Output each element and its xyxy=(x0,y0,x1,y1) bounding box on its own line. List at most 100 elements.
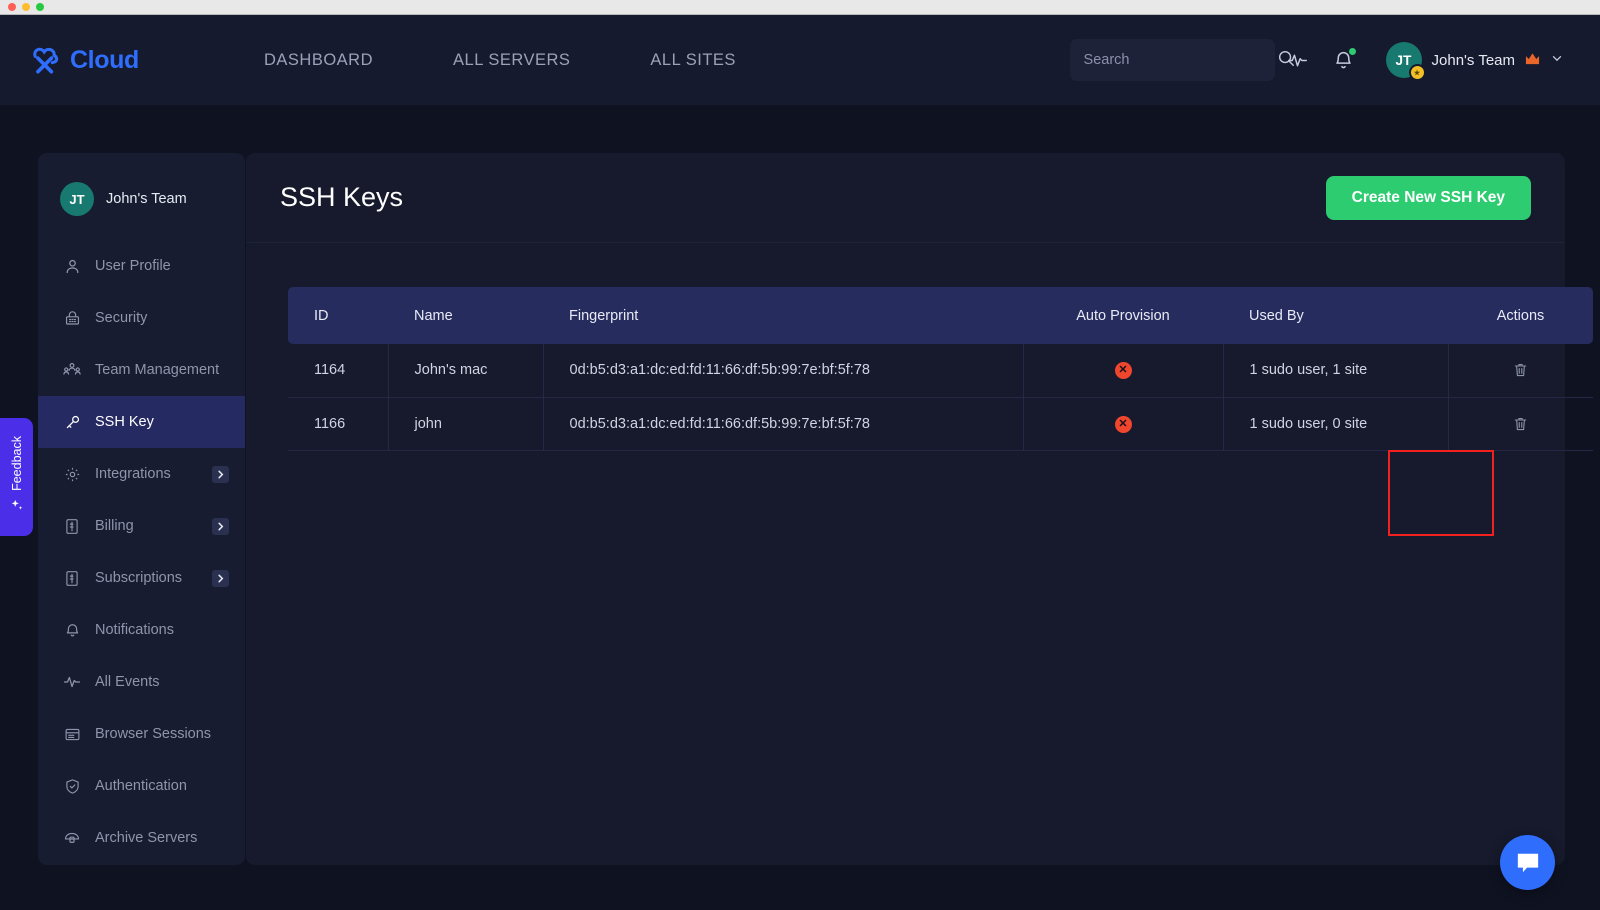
sidebar-item-label: User Profile xyxy=(95,258,171,274)
sidebar-item-security[interactable]: Security xyxy=(38,292,245,344)
chat-bubble-icon[interactable] xyxy=(1500,835,1555,890)
window-close-button[interactable] xyxy=(8,3,16,11)
logo-text: Cloud xyxy=(70,46,139,75)
cell-auto-provision: ✕ xyxy=(1023,397,1223,450)
sidebar-team-header[interactable]: JT John's Team xyxy=(38,158,245,240)
page-title: SSH Keys xyxy=(280,182,403,213)
sidebar-item-label: Integrations xyxy=(95,466,171,482)
sidebar-item-label: Authentication xyxy=(95,778,187,794)
billing-card-icon xyxy=(63,517,81,535)
sidebar-item-label: Archive Servers xyxy=(95,830,197,846)
cell-id: 1164 xyxy=(288,344,388,397)
sidebar-item-subscriptions[interactable]: Subscriptions xyxy=(38,552,245,604)
sidebar-item-notifications[interactable]: Notifications xyxy=(38,604,245,656)
team-group-icon xyxy=(63,361,81,379)
table-header-row: ID Name Fingerprint Auto Provision Used … xyxy=(288,287,1593,344)
sidebar-item-team-management[interactable]: Team Management xyxy=(38,344,245,396)
cell-actions xyxy=(1448,344,1593,397)
auto-provision-disabled-icon: ✕ xyxy=(1115,362,1132,379)
content-header: SSH Keys Create New SSH Key xyxy=(246,153,1565,243)
window-zoom-button[interactable] xyxy=(36,3,44,11)
column-header-name[interactable]: Name xyxy=(388,287,543,344)
column-header-fingerprint[interactable]: Fingerprint xyxy=(543,287,1023,344)
chevron-right-icon[interactable] xyxy=(212,466,229,483)
chevron-right-icon[interactable] xyxy=(212,570,229,587)
cell-actions xyxy=(1448,397,1593,450)
table-row[interactable]: 1166 john 0d:b5:d3:a1:dc:ed:fd:11:66:df:… xyxy=(288,397,1593,450)
chevron-right-icon[interactable] xyxy=(212,518,229,535)
nav-link-dashboard[interactable]: DASHBOARD xyxy=(264,41,373,80)
settings-sidebar: JT John's Team User Profile xyxy=(38,153,245,865)
column-header-actions[interactable]: Actions xyxy=(1448,287,1593,344)
ssh-keys-table: ID Name Fingerprint Auto Provision Used … xyxy=(288,287,1593,451)
sidebar-item-label: Billing xyxy=(95,518,134,534)
sidebar-item-user-profile[interactable]: User Profile xyxy=(38,240,245,292)
cell-name: john xyxy=(388,397,543,450)
browser-window-icon xyxy=(63,725,81,743)
avatar-badge-icon: ★ xyxy=(1409,64,1426,81)
sidebar-item-billing[interactable]: Billing xyxy=(38,500,245,552)
subscription-icon xyxy=(63,569,81,587)
ssh-keys-table-container: ID Name Fingerprint Auto Provision Used … xyxy=(246,243,1565,451)
archive-server-icon xyxy=(63,829,81,847)
xcloud-logo-icon xyxy=(28,42,64,78)
window-minimize-button[interactable] xyxy=(22,3,30,11)
table-row[interactable]: 1164 John's mac 0d:b5:d3:a1:dc:ed:fd:11:… xyxy=(288,344,1593,397)
key-icon xyxy=(63,413,81,431)
sidebar-item-integrations[interactable]: Integrations xyxy=(38,448,245,500)
cell-id: 1166 xyxy=(288,397,388,450)
app-logo[interactable]: Cloud xyxy=(28,42,228,78)
activity-pulse-icon xyxy=(63,673,81,691)
sidebar-item-label: Notifications xyxy=(95,622,174,638)
create-new-ssh-key-button[interactable]: Create New SSH Key xyxy=(1326,176,1531,220)
cell-fingerprint: 0d:b5:d3:a1:dc:ed:fd:11:66:df:5b:99:7e:b… xyxy=(543,397,1023,450)
app-page: Cloud DASHBOARD ALL SERVERS ALL SITES xyxy=(0,15,1600,910)
feedback-label: Feedback xyxy=(10,436,24,491)
cell-used-by: 1 sudo user, 1 site xyxy=(1223,344,1448,397)
sidebar-item-label: Browser Sessions xyxy=(95,726,211,742)
sidebar-item-archive-servers[interactable]: Archive Servers xyxy=(38,812,245,864)
crown-icon xyxy=(1525,52,1540,68)
trash-icon[interactable] xyxy=(1509,412,1532,436)
nav-link-all-sites[interactable]: ALL SITES xyxy=(650,41,736,80)
chevron-down-icon[interactable] xyxy=(1550,51,1564,70)
sidebar-item-label: SSH Key xyxy=(95,414,154,430)
feedback-tab[interactable]: Feedback xyxy=(0,418,33,536)
nav-right-cluster: JT ★ John's Team xyxy=(1070,37,1572,83)
user-menu-label: John's Team xyxy=(1432,52,1515,69)
user-menu[interactable]: JT ★ John's Team xyxy=(1381,37,1572,83)
sidebar-item-browser-sessions[interactable]: Browser Sessions xyxy=(38,708,245,760)
activity-pulse-icon[interactable] xyxy=(1275,37,1321,83)
sidebar-team-name: John's Team xyxy=(106,191,187,207)
nav-link-all-servers[interactable]: ALL SERVERS xyxy=(453,41,570,80)
gear-icon xyxy=(63,465,81,483)
sidebar-item-label: Security xyxy=(95,310,147,326)
sparkles-icon xyxy=(10,499,24,518)
body-area: Feedback JT John's Team User P xyxy=(0,105,1600,910)
column-header-id[interactable]: ID xyxy=(288,287,388,344)
search-box[interactable] xyxy=(1070,39,1275,81)
cell-fingerprint: 0d:b5:d3:a1:dc:ed:fd:11:66:df:5b:99:7e:b… xyxy=(543,344,1023,397)
top-navigation-bar: Cloud DASHBOARD ALL SERVERS ALL SITES xyxy=(0,15,1600,105)
notification-indicator-dot xyxy=(1349,48,1356,55)
window-titlebar xyxy=(0,0,1600,15)
sidebar-item-label: All Events xyxy=(95,674,159,690)
cell-name: John's mac xyxy=(388,344,543,397)
bell-icon[interactable] xyxy=(1321,37,1367,83)
cell-used-by: 1 sudo user, 0 site xyxy=(1223,397,1448,450)
sidebar-team-avatar: JT xyxy=(60,182,94,216)
column-header-auto-provision[interactable]: Auto Provision xyxy=(1023,287,1223,344)
sidebar-item-authentication[interactable]: Authentication xyxy=(38,760,245,812)
shield-check-icon xyxy=(63,777,81,795)
avatar: JT ★ xyxy=(1386,42,1422,78)
main-content-card: SSH Keys Create New SSH Key ID Name Fing… xyxy=(246,153,1565,865)
sidebar-item-label: Subscriptions xyxy=(95,570,182,586)
sidebar-item-all-events[interactable]: All Events xyxy=(38,656,245,708)
auto-provision-disabled-icon: ✕ xyxy=(1115,416,1132,433)
primary-nav: DASHBOARD ALL SERVERS ALL SITES xyxy=(264,41,816,80)
column-header-used-by[interactable]: Used By xyxy=(1223,287,1448,344)
table-body: 1164 John's mac 0d:b5:d3:a1:dc:ed:fd:11:… xyxy=(288,344,1593,450)
trash-icon[interactable] xyxy=(1509,358,1532,382)
sidebar-item-ssh-key[interactable]: SSH Key xyxy=(38,396,245,448)
search-input[interactable] xyxy=(1084,52,1271,68)
